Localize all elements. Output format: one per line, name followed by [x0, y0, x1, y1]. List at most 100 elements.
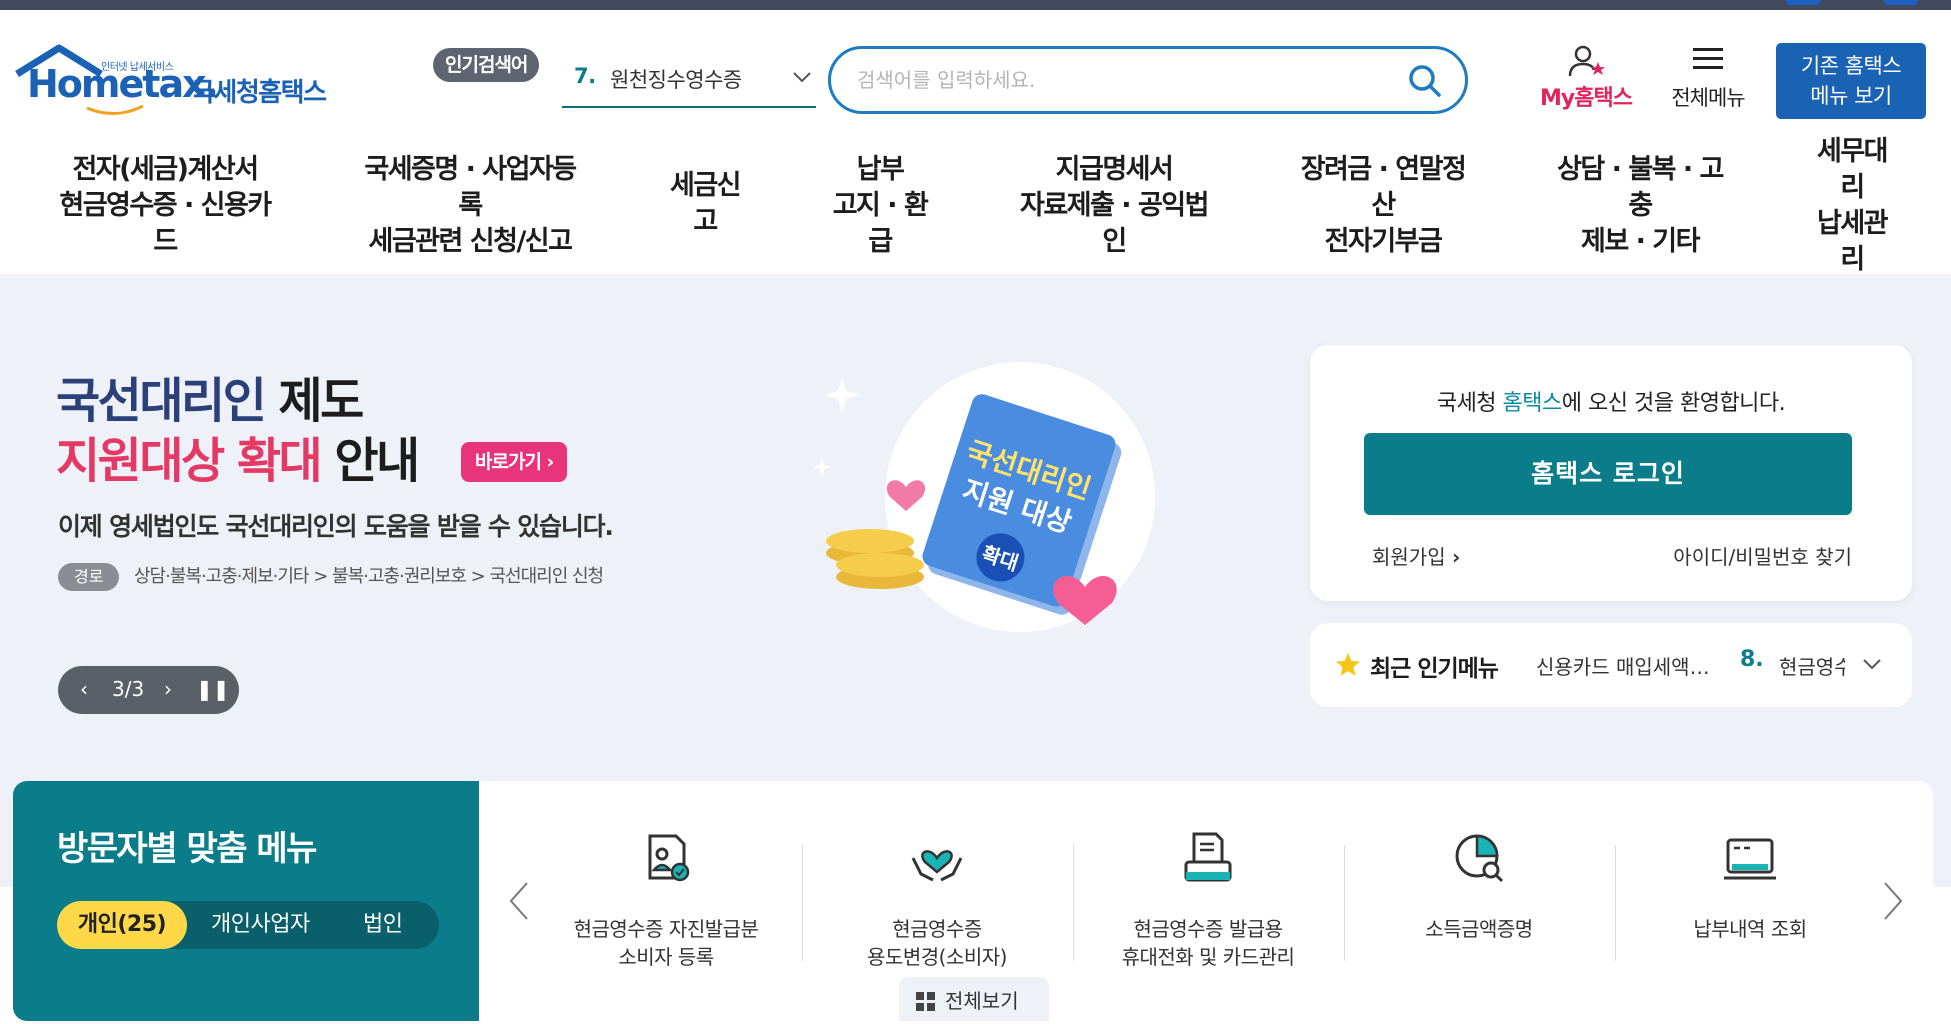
welcome-suffix: 에 오신 것을 환영합니다. [1561, 391, 1786, 416]
hometax-logo[interactable]: 인터넷 납세서비스 Hometax. 국세청홈택스 [15, 44, 345, 124]
popular-keyword: 원천징수영수증 [610, 68, 742, 92]
logo-korean-name: 국세청홈택스 [191, 78, 327, 108]
gnb-line: 세금관련 신청/신고 [368, 226, 573, 257]
gnb-item-e-invoice[interactable]: 전자(세금)계산서 현금영수증 · 신용카 드 [40, 152, 290, 260]
gnb-line: 록 [458, 190, 483, 221]
quick-menu-line: 휴대전화 및 카드관리 [1121, 945, 1295, 969]
quick-menu-line: 소득금액증명 [1425, 917, 1533, 941]
legacy-menu-button[interactable]: 기존 홈택스 메뉴 보기 [1776, 43, 1926, 119]
monitor-icon [1724, 838, 1776, 880]
chevron-left-icon[interactable] [507, 881, 531, 921]
tab-individual-business[interactable]: 개인사업자 [211, 901, 310, 949]
gnb-line: 세금신 [669, 170, 742, 201]
quick-menu-panel: 현금영수증 자진발급분 소비자 등록 현금영수증 용도변경(소비자) 현금영수증 발… [479, 781, 1933, 1021]
search-input[interactable] [857, 63, 1377, 97]
pause-icon[interactable]: ❚❚ [196, 677, 230, 701]
gnb-line: 고 [693, 206, 718, 237]
quick-menu-item[interactable]: 현금영수증 발급용 휴대전화 및 카드관리 [1073, 827, 1343, 971]
gnb-line: 리 [1840, 172, 1865, 203]
gnb-line: 인 [1102, 226, 1127, 257]
my-hometax-button[interactable]: My홈택스 [1538, 44, 1634, 114]
gnb-line: 전자기부금 [1324, 226, 1443, 257]
signup-label: 회원가입 [1372, 545, 1446, 569]
gnb-line: 산 [1371, 190, 1396, 221]
recent-menu-item[interactable]: 현금영수증 [1779, 651, 1845, 680]
all-menu-button[interactable]: 전체메뉴 [1656, 46, 1760, 112]
quick-menu-line: 소비자 등록 [618, 945, 714, 969]
gnb-line: 급 [868, 226, 893, 257]
banner-description: 이제 영세법인도 국선대리인의 도움을 받을 수 있습니다. [58, 512, 614, 541]
popular-keyword-dropdown[interactable]: 7. 원천징수영수증 [562, 60, 816, 108]
quick-menu-line: 용도변경(소비자) [867, 945, 1007, 969]
welcome-prefix: 국세청 [1436, 391, 1503, 416]
tab-corporation[interactable]: 법인 [363, 901, 403, 949]
gnb-line: 자료제출 · 공익법 [1020, 190, 1209, 221]
recent-popular-menu: 최근 인기메뉴 신용카드 매입세액공제 8. 현금영수증 [1310, 623, 1912, 707]
star-icon [1336, 653, 1360, 676]
visitor-tabs: 개인(25) 개인사업자 법인 [57, 901, 439, 949]
prev-slide-icon[interactable]: ‹ [80, 677, 88, 701]
logo-swoosh-icon [86, 104, 144, 115]
login-button[interactable]: 홈택스 로그인 [1364, 433, 1852, 515]
legacy-menu-line1: 기존 홈택스 [1800, 54, 1902, 78]
quick-menu-item[interactable]: 납부내역 조회 [1615, 827, 1885, 943]
gnb-item-incentives[interactable]: 장려금 · 연말정 산 전자기부금 [1283, 152, 1483, 260]
gnb-line: 전자(세금)계산서 [72, 154, 259, 185]
grid-icon [916, 992, 935, 1011]
quick-menu-item[interactable]: 현금영수증 자진발급분 소비자 등록 [531, 827, 801, 971]
gnb-item-tax-agent[interactable]: 세무대 리 납세관 리 [1800, 134, 1904, 278]
slide-counter: 3/3 [112, 677, 145, 701]
search-bar [828, 46, 1468, 114]
gnb-line: 세무대 [1816, 136, 1889, 167]
document-person-icon [648, 834, 690, 882]
popular-rank: 7. [574, 64, 596, 88]
gnb-line: 충 [1628, 190, 1653, 221]
gnb-line: 국세증명 · 사업자등 [364, 154, 577, 185]
recent-menu-item[interactable]: 신용카드 매입세액공제 [1536, 651, 1718, 680]
next-slide-icon[interactable]: › [164, 677, 172, 701]
quick-menu-label: 납부내역 조회 [1615, 915, 1885, 943]
go-button[interactable]: 바로가기 › [461, 442, 568, 482]
gnb-line: 장려금 · 연말정 [1300, 154, 1467, 185]
banner-pager: ‹ 3/3 › ❚❚ [58, 666, 239, 714]
chevron-down-icon[interactable] [1862, 657, 1882, 671]
visitor-menu-panel: 방문자별 맞춤 메뉴 개인(25) 개인사업자 법인 [13, 781, 479, 1021]
signup-link[interactable]: 회원가입 › [1372, 541, 1460, 570]
gnb-item-payment[interactable]: 납부 고지 · 환 급 [820, 152, 940, 260]
gnb-line: 제보 · 기타 [1581, 226, 1700, 257]
recent-menu-title: 최근 인기메뉴 [1370, 656, 1499, 682]
welcome-text: 국세청 홈택스에 오신 것을 환영합니다. [1310, 385, 1912, 417]
quick-menu-item[interactable]: 소득금액증명 [1344, 827, 1614, 943]
quick-menu-item[interactable]: 현금영수증 용도변경(소비자) [802, 827, 1072, 971]
pie-search-icon [1455, 834, 1504, 883]
visitor-menu-title: 방문자별 맞춤 메뉴 [57, 829, 317, 869]
top-utility-strip [0, 0, 1951, 10]
gnb-item-consultation[interactable]: 상담 · 불복 · 고 충 제보 · 기타 [1540, 152, 1740, 260]
card-document-icon [1184, 832, 1232, 882]
gnb-item-tax-filing[interactable]: 세금신 고 [655, 168, 755, 240]
quick-menu-label: 현금영수증 발급용 휴대전화 및 카드관리 [1073, 915, 1343, 971]
quick-menu-line: 납부내역 조회 [1693, 917, 1807, 941]
top-strip-button[interactable] [1786, 0, 1820, 5]
gnb-line: 드 [153, 226, 178, 257]
tab-individual[interactable]: 개인(25) [57, 901, 187, 949]
gnb-line: 리 [1840, 244, 1865, 275]
legacy-menu-line2: 메뉴 보기 [1810, 84, 1892, 108]
popular-search-badge: 인기검색어 [433, 48, 540, 82]
banner-title-text: 안내 [320, 433, 420, 489]
banner-title[interactable]: 국선대리인 제도 지원대상 확대 안내 [56, 371, 420, 491]
search-icon[interactable] [1407, 63, 1443, 99]
breadcrumb-path: 상담·불복·고충·제보·기타 > 불복·고충·권리보호 > 국선대리인 신청 [134, 566, 604, 587]
top-strip-button[interactable] [1884, 0, 1918, 5]
my-hometax-label: My홈택스 [1540, 86, 1633, 111]
find-id-password-link[interactable]: 아이디/비밀번호 찾기 [1673, 541, 1852, 570]
gnb-item-payment-statements[interactable]: 지급명세서 자료제출 · 공익법 인 [1004, 152, 1224, 260]
gnb-line: 상담 · 불복 · 고 [1557, 154, 1724, 185]
gnb-item-certificates[interactable]: 국세증명 · 사업자등 록 세금관련 신청/신고 [345, 152, 595, 260]
recent-menu-rank: 8. [1740, 647, 1764, 672]
gnb-line: 지급명세서 [1055, 154, 1174, 185]
gnb-line: 고지 · 환 [832, 190, 929, 221]
logo-wordmark: Hometax. [27, 62, 219, 106]
view-all-button[interactable]: 전체보기 [899, 977, 1049, 1021]
chevron-right-icon: › [546, 451, 555, 473]
